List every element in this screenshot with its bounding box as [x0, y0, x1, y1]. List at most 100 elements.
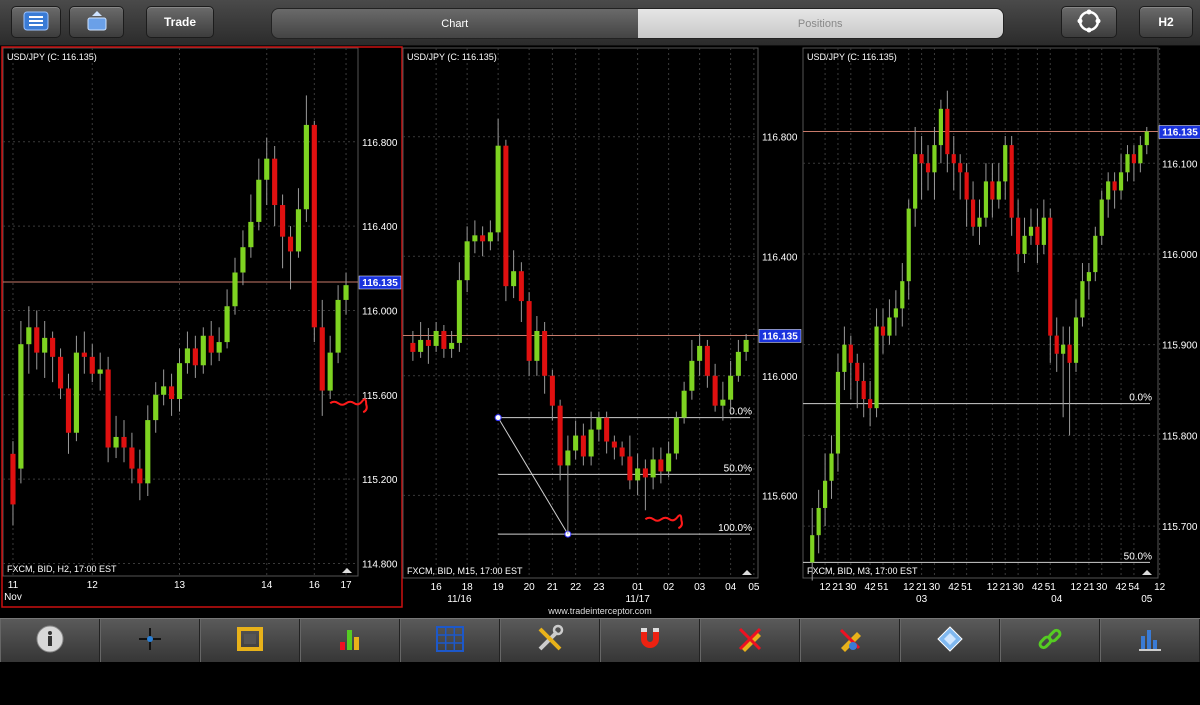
y-tick-label: 116.800	[762, 133, 798, 144]
x-sub-label: 04	[1051, 594, 1063, 605]
chart-panel-2[interactable]: 116.800 116.400 116.000 115.600 16 18 19 20 21 22…	[402, 47, 802, 605]
candle-body	[1112, 181, 1117, 191]
candle-body	[264, 158, 270, 180]
chart-footer: FXCM, BID, H2, 17:00 EST	[7, 564, 117, 574]
x-tick-label: 12	[820, 582, 832, 593]
candle-body	[97, 369, 103, 374]
trade-button[interactable]: Trade	[146, 6, 214, 38]
candle-body	[650, 459, 656, 478]
candle-body	[712, 375, 718, 406]
chart-panel-3[interactable]: 116.100116.000115.900115.800115.70012 21 3…	[802, 47, 1200, 605]
candle-body	[588, 429, 594, 457]
x-tick-label: 21	[916, 582, 928, 593]
candle-body	[893, 308, 898, 318]
x-tick-label: 12	[1154, 582, 1166, 593]
candle-body	[1086, 272, 1091, 282]
chart-panel-1[interactable]: 116.800 116.400 116.000 115.600 115.200 114.8…	[1, 46, 403, 608]
candle-body	[418, 339, 424, 352]
candle-body	[224, 306, 230, 343]
bottom-spacer	[0, 662, 1200, 705]
chart-settings-icon	[1135, 624, 1165, 659]
candle-body	[925, 163, 931, 173]
bottom-toolbar	[0, 618, 1200, 663]
candle-body	[137, 468, 143, 484]
x-tick-label: 22	[570, 582, 582, 593]
candle-body	[945, 108, 950, 155]
candle-body	[184, 348, 191, 364]
x-tick-label: 42	[948, 582, 960, 593]
candle-body	[1048, 217, 1053, 336]
candle-body	[441, 330, 447, 349]
candle-body	[303, 124, 309, 210]
candle-body	[449, 342, 455, 349]
magnet-button[interactable]	[600, 619, 700, 663]
y-tick-label: 116.100	[1162, 159, 1198, 170]
candle-body	[990, 181, 995, 200]
candle-body	[256, 179, 262, 222]
candle-body	[565, 450, 571, 466]
info-button[interactable]	[0, 619, 100, 663]
current-price-label: 116.135	[762, 331, 798, 342]
indicators-button[interactable]	[300, 619, 400, 663]
tab-positions[interactable]: Positions	[637, 9, 1003, 38]
candle-body	[73, 352, 79, 433]
candle-body	[913, 154, 918, 209]
y-tick-label: 116.800	[362, 138, 398, 149]
candle-body	[919, 154, 924, 164]
y-tick-label: 116.000	[1162, 250, 1198, 261]
layout-button[interactable]	[69, 6, 124, 38]
chart-footer: FXCM, BID, M3, 17:00 EST	[807, 566, 918, 576]
candle-body	[472, 235, 478, 242]
tools-icon	[535, 624, 565, 659]
refresh-button[interactable]	[1061, 6, 1117, 38]
edit-button[interactable]	[800, 619, 900, 663]
magnet-icon	[635, 624, 665, 659]
grid-button[interactable]	[400, 619, 500, 663]
refresh-icon	[1076, 8, 1102, 37]
candle-body	[161, 386, 167, 395]
x-tick-label: 14	[261, 580, 273, 591]
chart-title: USD/JPY (C: 116.135)	[807, 52, 897, 62]
chart-settings-button[interactable]	[1100, 619, 1200, 663]
x-tick-label: 30	[1013, 582, 1025, 593]
candle-body	[951, 154, 956, 164]
candle-body	[666, 453, 672, 472]
menu-button[interactable]	[11, 6, 61, 38]
x-tick-label: 54	[1128, 582, 1140, 593]
candle-body	[176, 363, 183, 400]
candle-body	[57, 356, 64, 389]
crosshair-button[interactable]	[100, 619, 200, 663]
frame-icon	[235, 624, 265, 659]
fib-label: 0.0%	[729, 407, 752, 418]
frame-button[interactable]	[200, 619, 300, 663]
candle-body	[689, 360, 695, 391]
x-tick-label: 11	[8, 580, 19, 591]
candle-body	[1144, 131, 1149, 146]
tools-button[interactable]	[500, 619, 600, 663]
candle-body	[697, 345, 703, 361]
candle-body	[596, 417, 602, 430]
x-tick-label: 05	[748, 582, 760, 593]
crosshair-icon	[135, 624, 165, 659]
tab-chart[interactable]: Chart	[272, 9, 638, 38]
indicators-icon	[335, 624, 365, 659]
candle-body	[816, 507, 821, 536]
candle-body	[311, 124, 317, 328]
chart-title: USD/JPY (C: 116.135)	[7, 52, 97, 62]
link-button[interactable]	[1000, 619, 1100, 663]
fib-label: 100.0%	[718, 523, 752, 534]
x-tick-label: 51	[877, 582, 889, 593]
candle-body	[743, 339, 749, 352]
candle-body	[977, 217, 982, 227]
menu-icon	[23, 11, 49, 34]
eraser-button[interactable]	[900, 619, 1000, 663]
x-tick-label: 16	[431, 582, 443, 593]
candle-body	[105, 369, 111, 448]
x-tick-label: 01	[632, 582, 644, 593]
timeframe-button[interactable]: H2	[1139, 6, 1193, 38]
charts-area: 116.800 116.400 116.000 115.600 115.200 114.8…	[1, 46, 1200, 608]
x-tick-label: 30	[845, 582, 857, 593]
candle-body	[906, 208, 911, 282]
candle-body	[192, 348, 198, 366]
draw-button[interactable]	[700, 619, 800, 663]
